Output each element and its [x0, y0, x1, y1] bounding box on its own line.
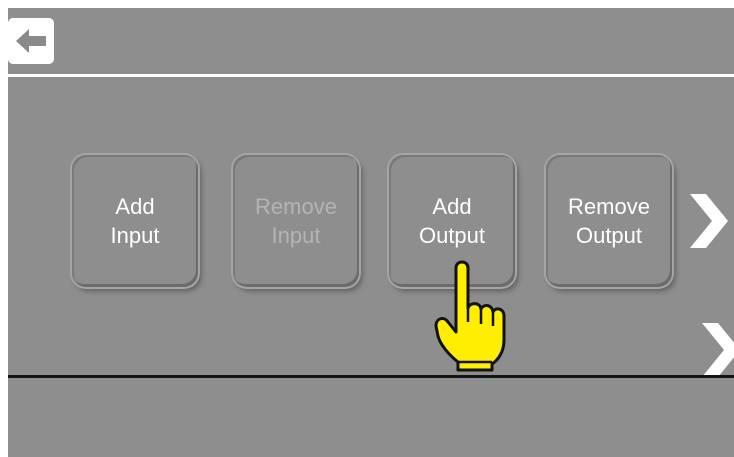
- remove-input-button[interactable]: Remove Input: [233, 155, 359, 287]
- remove-input-label-line1: Remove: [255, 194, 337, 219]
- footer-bar: [8, 378, 734, 457]
- header-bar: [8, 8, 734, 77]
- pointing-hand-icon: [434, 260, 506, 372]
- add-output-label-line2: Output: [418, 223, 486, 248]
- screen: Add Input Remove Input Add Output Remove…: [8, 8, 734, 457]
- arrow-left-icon: [16, 29, 46, 53]
- next-section-chevron-icon[interactable]: [698, 321, 734, 379]
- add-output-label-line1: Add: [432, 194, 472, 219]
- remove-output-label-line2: Output: [575, 223, 643, 248]
- add-input-label-line2: Input: [110, 223, 160, 248]
- remove-output-button[interactable]: Remove Output: [546, 155, 672, 287]
- add-input-label-line1: Add: [115, 194, 155, 219]
- next-page-chevron-icon[interactable]: [686, 192, 730, 250]
- add-input-button[interactable]: Add Input: [72, 155, 198, 287]
- remove-output-label-line1: Remove: [568, 194, 650, 219]
- remove-input-label-line2: Input: [271, 223, 321, 248]
- main-panel: Add Input Remove Input Add Output Remove…: [8, 77, 734, 377]
- back-button[interactable]: [8, 18, 54, 64]
